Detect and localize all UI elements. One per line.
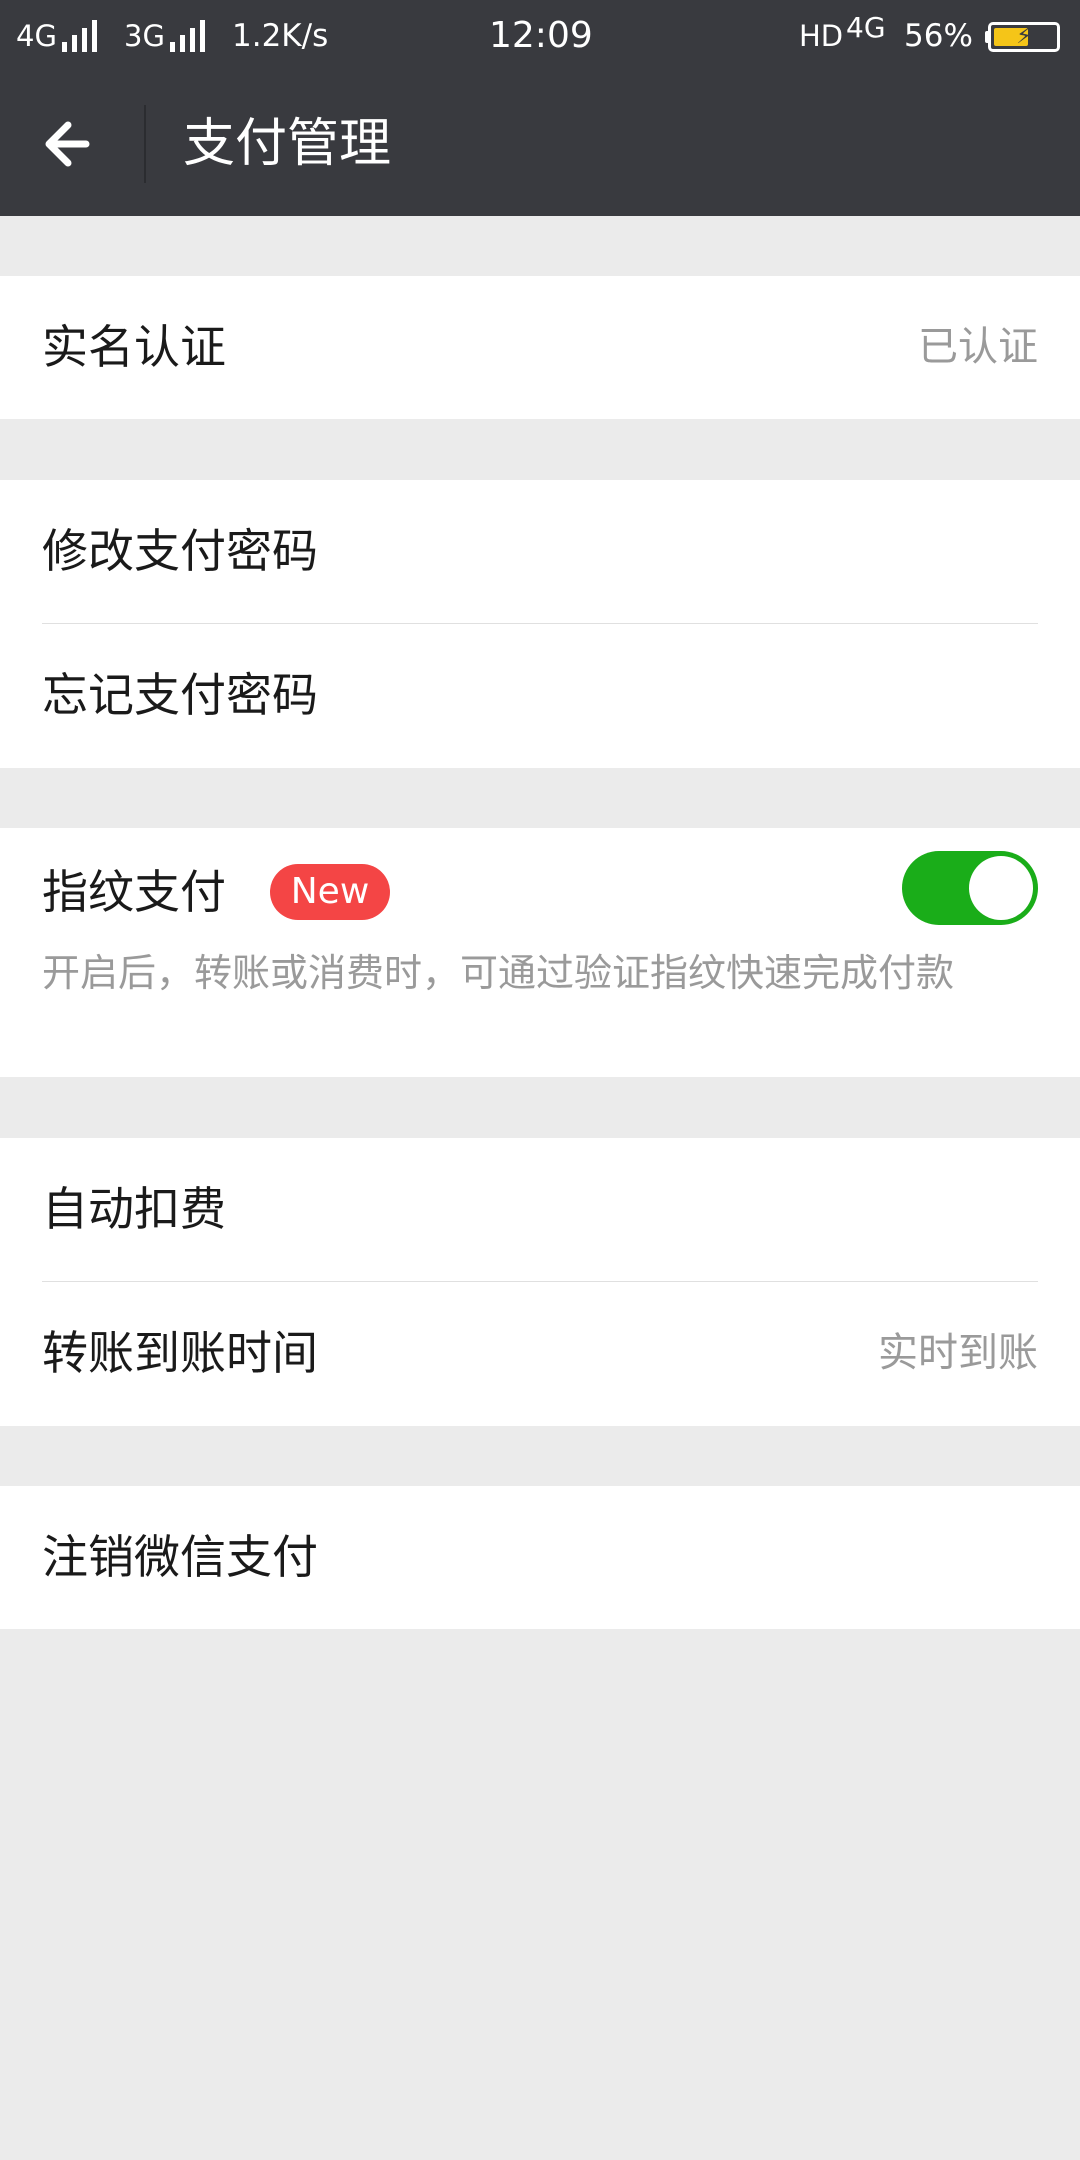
fingerprint-pay-toggle[interactable] bbox=[902, 851, 1038, 925]
cell-cancel-wechat-pay[interactable]: 注销微信支付 bbox=[0, 1486, 1080, 1629]
signal-strength-icon bbox=[62, 20, 97, 52]
network-type-1: 4G bbox=[16, 19, 57, 53]
charging-bolt-icon: ⚡ bbox=[1016, 24, 1032, 49]
signal-strength-icon bbox=[170, 20, 205, 52]
back-button[interactable] bbox=[22, 94, 122, 194]
network-type-3: 4G bbox=[846, 11, 886, 44]
toggle-knob bbox=[969, 856, 1033, 920]
group-payments: 自动扣费 转账到账时间 实时到账 bbox=[0, 1138, 1080, 1426]
cell-label: 实名认证 bbox=[42, 320, 226, 374]
arrow-left-icon bbox=[45, 121, 90, 167]
group-fingerprint: 指纹支付 New 开启后，转账或消费时，可通过验证指纹快速完成付款 bbox=[0, 828, 1080, 1077]
cell-auto-deduct[interactable]: 自动扣费 bbox=[0, 1138, 1080, 1281]
cell-label: 转账到账时间 bbox=[42, 1326, 318, 1380]
verification-status: 已认证 bbox=[918, 324, 1038, 370]
group-real-name: 实名认证 已认证 bbox=[0, 276, 1080, 419]
cell-transfer-arrival-time[interactable]: 转账到账时间 实时到账 bbox=[0, 1282, 1080, 1425]
transfer-arrival-value: 实时到账 bbox=[878, 1330, 1038, 1376]
network-type-2: 3G bbox=[124, 19, 165, 53]
group-password: 修改支付密码 忘记支付密码 bbox=[0, 480, 1080, 768]
cell-label: 修改支付密码 bbox=[42, 524, 318, 578]
cell-forgot-password[interactable]: 忘记支付密码 bbox=[0, 624, 1080, 767]
cell-real-name-verification[interactable]: 实名认证 已认证 bbox=[0, 276, 1080, 419]
fingerprint-description: 开启后，转账或消费时，可通过验证指纹快速完成付款 bbox=[42, 951, 955, 995]
title-bar: 支付管理 bbox=[0, 72, 1080, 216]
hd-indicator: HD bbox=[799, 19, 844, 53]
status-bar: 4G 3G 1.2K/s 12:09 HD 4G 56% ⚡ bbox=[0, 0, 1080, 72]
cell-label: 忘记支付密码 bbox=[42, 668, 318, 722]
battery-icon: ⚡ bbox=[988, 22, 1060, 52]
cell-change-password[interactable]: 修改支付密码 bbox=[0, 480, 1080, 623]
cell-label: 注销微信支付 bbox=[42, 1530, 318, 1584]
network-speed: 1.2K/s bbox=[232, 18, 329, 54]
page-title: 支付管理 bbox=[183, 114, 392, 174]
battery-percent: 56% bbox=[904, 18, 973, 54]
group-cancel: 注销微信支付 bbox=[0, 1486, 1080, 1629]
cell-label: 指纹支付 bbox=[42, 865, 226, 919]
clock: 12:09 bbox=[489, 15, 593, 56]
cell-label: 自动扣费 bbox=[42, 1182, 226, 1236]
title-divider bbox=[144, 105, 146, 183]
new-badge: New bbox=[270, 864, 390, 920]
